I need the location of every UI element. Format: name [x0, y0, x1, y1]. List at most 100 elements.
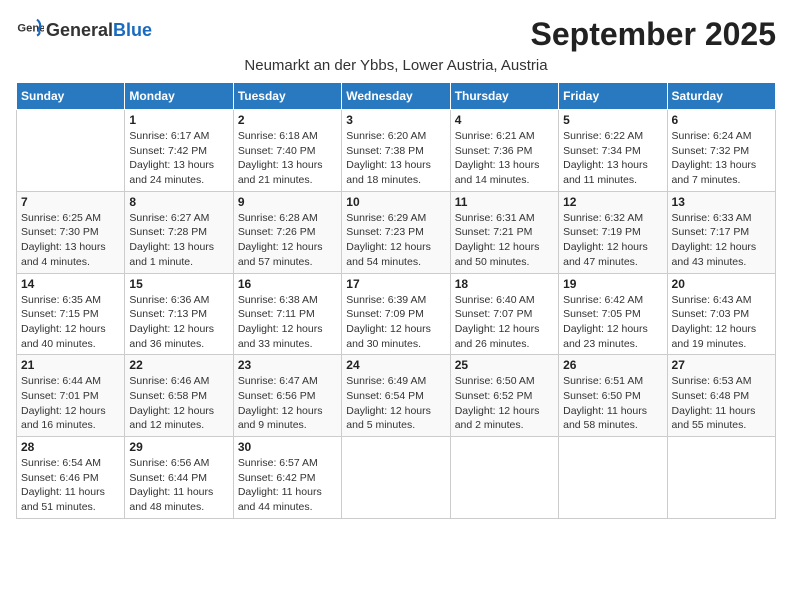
calendar-cell: 20 Sunrise: 6:43 AM Sunset: 7:03 PM Dayli… — [667, 273, 775, 355]
day-number: 18 — [455, 277, 554, 291]
calendar-cell — [667, 437, 775, 519]
logo-general-text: General — [46, 20, 113, 40]
day-info: Sunrise: 6:53 AM Sunset: 6:48 PM Dayligh… — [672, 374, 771, 433]
calendar-cell — [342, 437, 450, 519]
logo: General GeneralBlue — [16, 16, 152, 44]
weekday-header-row: SundayMondayTuesdayWednesdayThursdayFrid… — [17, 83, 776, 110]
calendar-cell: 11 Sunrise: 6:31 AM Sunset: 7:21 PM Dayli… — [450, 191, 558, 273]
calendar-cell: 27 Sunrise: 6:53 AM Sunset: 6:48 PM Dayli… — [667, 355, 775, 437]
day-number: 11 — [455, 195, 554, 209]
day-number: 24 — [346, 358, 445, 372]
calendar-cell: 24 Sunrise: 6:49 AM Sunset: 6:54 PM Dayli… — [342, 355, 450, 437]
day-number: 20 — [672, 277, 771, 291]
calendar-cell: 6 Sunrise: 6:24 AM Sunset: 7:32 PM Daylig… — [667, 110, 775, 192]
day-info: Sunrise: 6:27 AM Sunset: 7:28 PM Dayligh… — [129, 211, 228, 270]
day-number: 28 — [21, 440, 120, 454]
day-number: 29 — [129, 440, 228, 454]
calendar-cell: 8 Sunrise: 6:27 AM Sunset: 7:28 PM Daylig… — [125, 191, 233, 273]
day-number: 2 — [238, 113, 337, 127]
day-info: Sunrise: 6:18 AM Sunset: 7:40 PM Dayligh… — [238, 129, 337, 188]
calendar-cell: 13Sunrise: 6:33 AM Sunset: 7:17 PM Dayli… — [667, 191, 775, 273]
day-info: Sunrise: 6:17 AM Sunset: 7:42 PM Dayligh… — [129, 129, 228, 188]
logo-icon: General — [16, 16, 44, 44]
day-number: 17 — [346, 277, 445, 291]
week-row-4: 28 Sunrise: 6:54 AM Sunset: 6:46 PM Dayli… — [17, 437, 776, 519]
calendar-cell — [17, 110, 125, 192]
day-info: Sunrise: 6:56 AM Sunset: 6:44 PM Dayligh… — [129, 456, 228, 515]
calendar-cell: 28 Sunrise: 6:54 AM Sunset: 6:46 PM Dayli… — [17, 437, 125, 519]
day-number: 22 — [129, 358, 228, 372]
calendar-cell: 4Sunrise: 6:21 AM Sunset: 7:36 PM Daylig… — [450, 110, 558, 192]
calendar-cell: 14Sunrise: 6:35 AM Sunset: 7:15 PM Dayli… — [17, 273, 125, 355]
calendar: SundayMondayTuesdayWednesdayThursdayFrid… — [16, 82, 776, 519]
day-info: Sunrise: 6:54 AM Sunset: 6:46 PM Dayligh… — [21, 456, 120, 515]
day-info: Sunrise: 6:46 AM Sunset: 6:58 PM Dayligh… — [129, 374, 228, 433]
day-number: 8 — [129, 195, 228, 209]
day-number: 23 — [238, 358, 337, 372]
day-number: 5 — [563, 113, 662, 127]
weekday-header-tuesday: Tuesday — [233, 83, 341, 110]
day-info: Sunrise: 6:32 AM Sunset: 7:19 PM Dayligh… — [563, 211, 662, 270]
day-number: 27 — [672, 358, 771, 372]
logo-blue-text: Blue — [113, 20, 152, 40]
weekday-header-sunday: Sunday — [17, 83, 125, 110]
day-info: Sunrise: 6:39 AM Sunset: 7:09 PM Dayligh… — [346, 293, 445, 352]
day-number: 21 — [21, 358, 120, 372]
calendar-cell: 18 Sunrise: 6:40 AM Sunset: 7:07 PM Dayli… — [450, 273, 558, 355]
calendar-cell: 3 Sunrise: 6:20 AM Sunset: 7:38 PM Daylig… — [342, 110, 450, 192]
calendar-cell: 17 Sunrise: 6:39 AM Sunset: 7:09 PM Dayli… — [342, 273, 450, 355]
day-number: 3 — [346, 113, 445, 127]
day-info: Sunrise: 6:42 AM Sunset: 7:05 PM Dayligh… — [563, 293, 662, 352]
calendar-cell: 15 Sunrise: 6:36 AM Sunset: 7:13 PM Dayli… — [125, 273, 233, 355]
day-number: 9 — [238, 195, 337, 209]
weekday-header-thursday: Thursday — [450, 83, 558, 110]
day-number: 7 — [21, 195, 120, 209]
day-info: Sunrise: 6:51 AM Sunset: 6:50 PM Dayligh… — [563, 374, 662, 433]
week-row-3: 21Sunrise: 6:44 AM Sunset: 7:01 PM Dayli… — [17, 355, 776, 437]
calendar-cell: 10 Sunrise: 6:29 AM Sunset: 7:23 PM Dayli… — [342, 191, 450, 273]
day-info: Sunrise: 6:49 AM Sunset: 6:54 PM Dayligh… — [346, 374, 445, 433]
day-info: Sunrise: 6:22 AM Sunset: 7:34 PM Dayligh… — [563, 129, 662, 188]
calendar-cell: 5 Sunrise: 6:22 AM Sunset: 7:34 PM Daylig… — [559, 110, 667, 192]
day-number: 6 — [672, 113, 771, 127]
day-number: 1 — [129, 113, 228, 127]
day-info: Sunrise: 6:20 AM Sunset: 7:38 PM Dayligh… — [346, 129, 445, 188]
week-row-0: 1 Sunrise: 6:17 AM Sunset: 7:42 PM Daylig… — [17, 110, 776, 192]
calendar-cell: 9 Sunrise: 6:28 AM Sunset: 7:26 PM Daylig… — [233, 191, 341, 273]
day-info: Sunrise: 6:38 AM Sunset: 7:11 PM Dayligh… — [238, 293, 337, 352]
day-info: Sunrise: 6:47 AM Sunset: 6:56 PM Dayligh… — [238, 374, 337, 433]
day-number: 26 — [563, 358, 662, 372]
day-info: Sunrise: 6:33 AM Sunset: 7:17 PM Dayligh… — [672, 211, 771, 270]
day-info: Sunrise: 6:28 AM Sunset: 7:26 PM Dayligh… — [238, 211, 337, 270]
day-number: 16 — [238, 277, 337, 291]
day-number: 25 — [455, 358, 554, 372]
weekday-header-saturday: Saturday — [667, 83, 775, 110]
day-info: Sunrise: 6:43 AM Sunset: 7:03 PM Dayligh… — [672, 293, 771, 352]
weekday-header-monday: Monday — [125, 83, 233, 110]
calendar-cell: 29 Sunrise: 6:56 AM Sunset: 6:44 PM Dayli… — [125, 437, 233, 519]
week-row-2: 14Sunrise: 6:35 AM Sunset: 7:15 PM Dayli… — [17, 273, 776, 355]
calendar-cell: 25 Sunrise: 6:50 AM Sunset: 6:52 PM Dayli… — [450, 355, 558, 437]
header: General GeneralBlue September 2025 — [16, 16, 776, 53]
calendar-cell: 1 Sunrise: 6:17 AM Sunset: 7:42 PM Daylig… — [125, 110, 233, 192]
day-info: Sunrise: 6:36 AM Sunset: 7:13 PM Dayligh… — [129, 293, 228, 352]
week-row-1: 7Sunrise: 6:25 AM Sunset: 7:30 PM Daylig… — [17, 191, 776, 273]
day-info: Sunrise: 6:24 AM Sunset: 7:32 PM Dayligh… — [672, 129, 771, 188]
calendar-cell: 16 Sunrise: 6:38 AM Sunset: 7:11 PM Dayli… — [233, 273, 341, 355]
location: Neumarkt an der Ybbs, Lower Austria, Aus… — [16, 57, 776, 74]
day-info: Sunrise: 6:29 AM Sunset: 7:23 PM Dayligh… — [346, 211, 445, 270]
day-info: Sunrise: 6:21 AM Sunset: 7:36 PM Dayligh… — [455, 129, 554, 188]
day-info: Sunrise: 6:40 AM Sunset: 7:07 PM Dayligh… — [455, 293, 554, 352]
title-right: September 2025 — [531, 16, 776, 53]
calendar-cell — [450, 437, 558, 519]
day-number: 15 — [129, 277, 228, 291]
calendar-cell: 21Sunrise: 6:44 AM Sunset: 7:01 PM Dayli… — [17, 355, 125, 437]
weekday-header-friday: Friday — [559, 83, 667, 110]
calendar-cell — [559, 437, 667, 519]
day-number: 12 — [563, 195, 662, 209]
day-number: 10 — [346, 195, 445, 209]
calendar-cell: 7Sunrise: 6:25 AM Sunset: 7:30 PM Daylig… — [17, 191, 125, 273]
day-info: Sunrise: 6:31 AM Sunset: 7:21 PM Dayligh… — [455, 211, 554, 270]
month-title: September 2025 — [531, 16, 776, 53]
day-info: Sunrise: 6:50 AM Sunset: 6:52 PM Dayligh… — [455, 374, 554, 433]
